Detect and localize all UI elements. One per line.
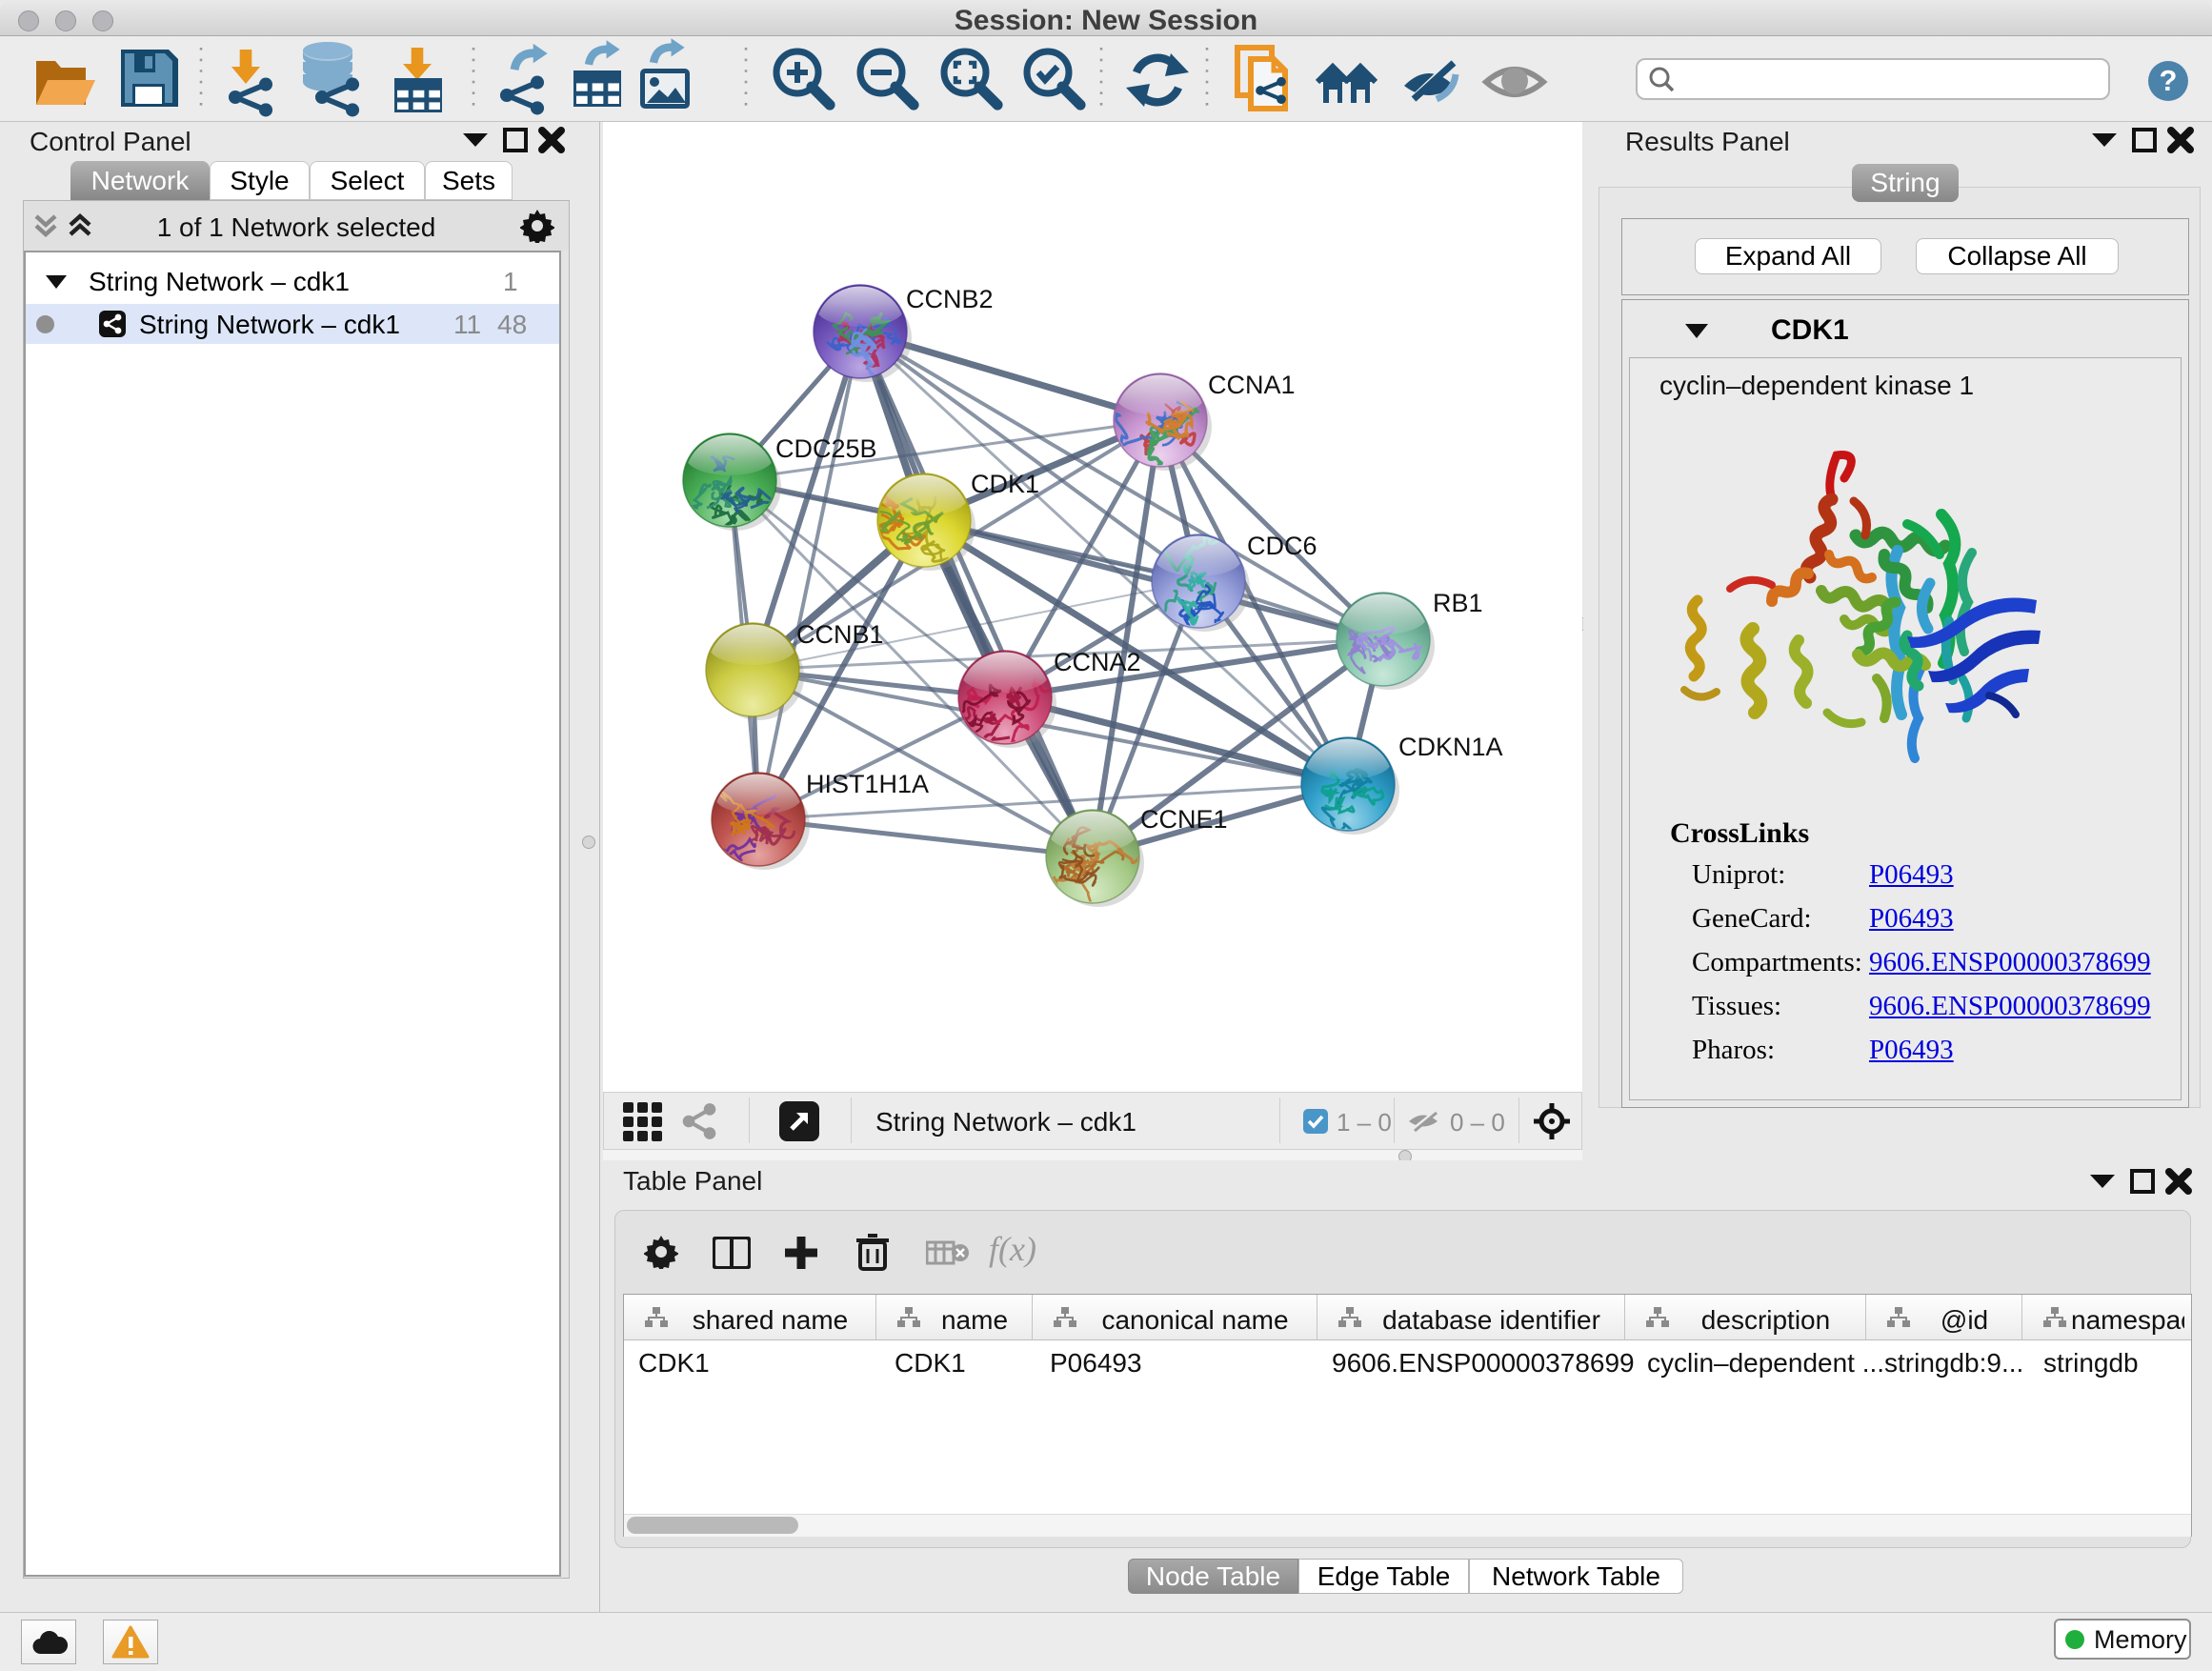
svg-text:CCNE1: CCNE1 [1140, 805, 1228, 834]
svg-text:CCNA2: CCNA2 [1054, 648, 1141, 676]
svg-text:RB1: RB1 [1433, 589, 1483, 617]
svg-text:CDC25B: CDC25B [775, 434, 877, 463]
svg-text:CCNB1: CCNB1 [796, 620, 884, 649]
svg-text:HIST1H1A: HIST1H1A [806, 770, 929, 798]
svg-text:CCNA1: CCNA1 [1208, 371, 1296, 399]
svg-text:CDC6: CDC6 [1247, 532, 1317, 560]
svg-text:CCNB2: CCNB2 [906, 285, 994, 313]
svg-text:CDKN1A: CDKN1A [1398, 733, 1503, 761]
svg-text:CDK1: CDK1 [971, 470, 1039, 498]
